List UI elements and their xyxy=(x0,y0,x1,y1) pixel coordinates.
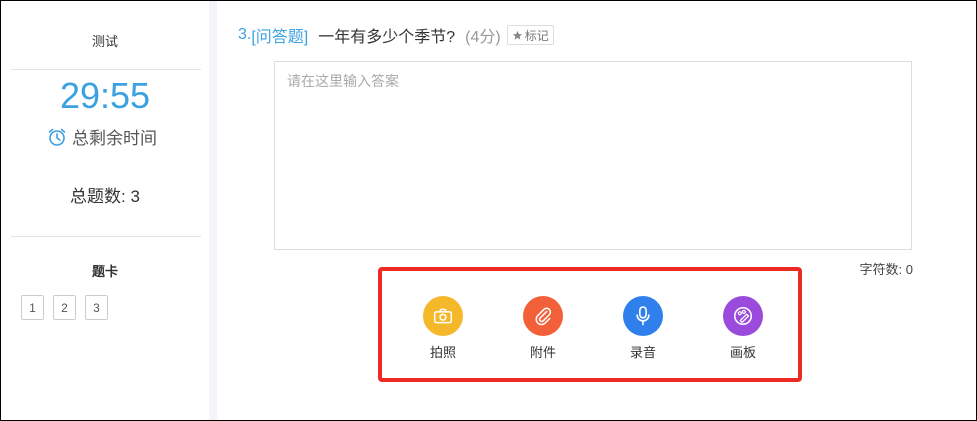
paperclip-icon xyxy=(535,307,552,326)
countdown-timer: 29:55 xyxy=(59,75,151,116)
sidebar-divider xyxy=(11,69,201,70)
total-questions: 总题数: 3 xyxy=(70,187,140,206)
tool-circle xyxy=(623,296,663,336)
remaining-time-row: 总剩余时间 xyxy=(47,124,157,149)
sidebar: 测试 29:55 总剩余时间 总题数: 3 题卡 1 2 3 xyxy=(1,1,209,420)
microphone-icon xyxy=(636,306,650,326)
panel-separator xyxy=(209,1,217,420)
camera-icon xyxy=(433,308,453,324)
answer-input[interactable] xyxy=(275,62,911,249)
tool-circle xyxy=(423,296,463,336)
tool-label: 拍照 xyxy=(429,345,456,360)
char-count: 字符数: 0 xyxy=(859,262,913,277)
question-header: 3. [问答题] 一年有多少个季节? (4分) 标记 xyxy=(238,23,554,47)
star-icon xyxy=(512,30,522,40)
camera-button[interactable]: 拍照 xyxy=(413,296,473,361)
tool-label: 录音 xyxy=(629,345,656,360)
question-card-item[interactable]: 1 xyxy=(21,295,44,320)
tool-label: 画板 xyxy=(729,345,756,360)
question-card-item[interactable]: 2 xyxy=(53,295,76,320)
question-number: 3. xyxy=(238,26,252,43)
attachment-button[interactable]: 附件 xyxy=(513,296,573,361)
sidebar-divider xyxy=(11,236,201,237)
question-score: (4分) xyxy=(465,29,501,46)
mark-button[interactable]: 标记 xyxy=(506,25,554,45)
question-text: 一年有多少个季节? xyxy=(318,29,456,46)
tool-circle xyxy=(723,296,763,336)
alarm-clock-icon xyxy=(48,128,66,146)
tool-label: 附件 xyxy=(529,345,556,360)
palette-icon xyxy=(733,306,753,326)
answer-box xyxy=(274,61,912,250)
drawing-board-button[interactable]: 画板 xyxy=(713,296,773,361)
question-card-item[interactable]: 3 xyxy=(85,295,108,320)
question-type: [问答题] xyxy=(251,29,309,46)
question-card-list: 1 2 3 xyxy=(21,295,108,320)
record-button[interactable]: 录音 xyxy=(613,296,673,361)
tool-circle xyxy=(523,296,563,336)
mark-label: 标记 xyxy=(524,28,549,43)
question-card-title: 题卡 xyxy=(91,264,118,279)
remaining-time-label: 总剩余时间 xyxy=(72,129,157,148)
exam-title: 测试 xyxy=(91,34,118,49)
